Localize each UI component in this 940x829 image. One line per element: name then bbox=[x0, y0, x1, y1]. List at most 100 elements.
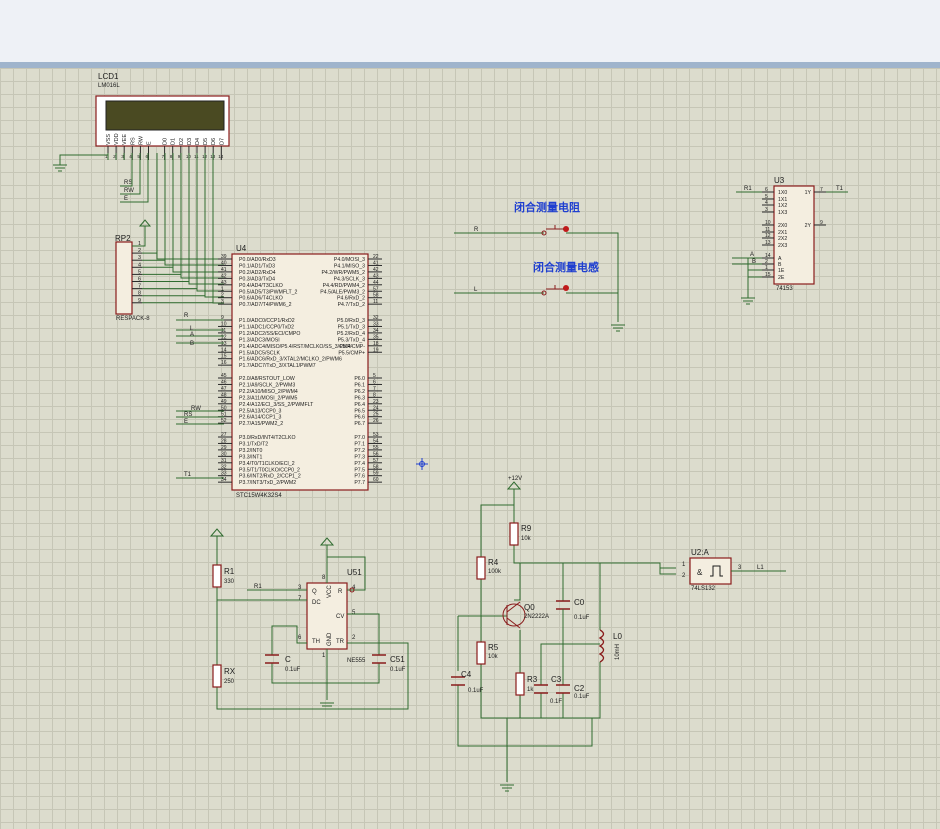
oscillator-section[interactable]: +12V R9 10k R4 100k R5 10k R3 1k Q0 2N22… bbox=[451, 476, 676, 792]
lcd-pin-label: D5 bbox=[203, 138, 209, 145]
mcu-pin-label: P0.7/AD7/T4/PWM6_2 bbox=[239, 302, 292, 308]
switch-resistance[interactable]: 闭合测量电阻 R bbox=[454, 200, 619, 322]
net-r: R bbox=[184, 313, 189, 319]
gate-component[interactable]: U2:A & 74LS132 1 2 3 bbox=[682, 548, 742, 592]
lcd-pin-label: D7 bbox=[219, 138, 225, 145]
timer-component[interactable]: U51 NE555 Q DC R CV TH TR VCC GND 3 7 8 … bbox=[298, 568, 366, 664]
u3-component[interactable]: U3 74153 6 1X05 1X14 1X23 1X310 2X011 2X112 2X2… bbox=[762, 176, 826, 292]
mcu-pin-num: 11 bbox=[373, 299, 378, 305]
u3-pin-num: 15 bbox=[765, 272, 771, 278]
u3-pin-label: 2X3 bbox=[778, 243, 787, 249]
mcu-pin-num: 19 bbox=[373, 347, 379, 353]
mcu-component[interactable]: U4 STC15W4K32S4 39 P0.0/AD0/RxD3 40 P0.1/AD… bbox=[218, 244, 382, 499]
u3-pin-num: 4 bbox=[765, 200, 768, 206]
mcu-pin-num: 22 bbox=[373, 254, 379, 260]
c51-val: 0.1uF bbox=[390, 667, 406, 673]
c4-ref: C4 bbox=[461, 670, 472, 679]
crosshair-cursor-icon bbox=[416, 458, 428, 470]
mcu-pin-label: P4.0/MOSI_3 bbox=[334, 257, 365, 263]
r3-body bbox=[515, 672, 525, 696]
lcd-pin-label: VSS bbox=[106, 134, 112, 145]
timer-pin-th: TH bbox=[312, 639, 320, 645]
timer-num-gnd: 1 bbox=[322, 653, 326, 659]
mcu-pin-label: P3.3/INT1 bbox=[239, 454, 262, 460]
rx-ref: RX bbox=[224, 667, 236, 676]
gate-net-out: L1 bbox=[757, 565, 764, 571]
r5-ref: R5 bbox=[488, 643, 499, 652]
mcu-pin-num: 52 bbox=[221, 418, 227, 424]
gate-out: 3 bbox=[738, 565, 742, 571]
u3-net-b: B bbox=[752, 259, 756, 265]
lcd-component[interactable]: LCD1 LM016L VSS1VDD2VEE3RS4RW5E6D07D18D2… bbox=[95, 72, 230, 160]
mcu-pin-label: P0.6/AD6/T4CLKO bbox=[239, 296, 283, 302]
mcu-pin-label: P2.0/A8/RSTOUT_LOW bbox=[239, 376, 295, 382]
c-ref: C bbox=[285, 655, 291, 664]
r5-val: 10k bbox=[488, 654, 499, 660]
mcu-pin-label: P2.7/A15/PWM2_2 bbox=[239, 421, 283, 427]
mcu-pin-num: 32 bbox=[221, 464, 227, 470]
mcu-pin-label: P0.4/AD4/T3CLKO bbox=[239, 283, 283, 289]
u3-pin-label: 1X0 bbox=[778, 190, 787, 196]
mcu-pin-num: 54 bbox=[373, 438, 379, 444]
mcu-pin-num: 12 bbox=[221, 334, 227, 340]
net-b: B bbox=[190, 341, 194, 347]
lcd-pin-label: RW bbox=[138, 135, 144, 145]
ground-symbol bbox=[53, 164, 67, 172]
rp2-pin-num: 3 bbox=[138, 255, 141, 261]
u3-ctrl-wires bbox=[732, 257, 762, 298]
lcd-pin-label: D1 bbox=[171, 138, 177, 145]
c2-body bbox=[556, 684, 570, 694]
rp2-pin-num: 8 bbox=[138, 291, 141, 297]
mcu-pin-label: P7.5 bbox=[354, 467, 365, 473]
q0-body bbox=[502, 603, 526, 627]
lcd-pin-label: D4 bbox=[195, 138, 201, 145]
u3-net-a: A bbox=[750, 252, 754, 258]
mcu-pin-num: 7 bbox=[373, 386, 376, 392]
mcu-pin-num: 25 bbox=[373, 412, 379, 418]
mcu-pin-label: P5.3/TxD_4 bbox=[338, 337, 366, 343]
gate-ref: U2:A bbox=[691, 548, 709, 557]
mcu-pin-label: P0.0/AD0/RxD3 bbox=[239, 257, 276, 263]
r9-ref: R9 bbox=[521, 524, 532, 533]
mcu-pin-num: 26 bbox=[373, 418, 379, 424]
mcu-ref: U4 bbox=[236, 244, 247, 253]
mcu-pin-num: 57 bbox=[373, 286, 379, 292]
mcu-pin-num: 55 bbox=[373, 445, 379, 451]
r1-ref: R1 bbox=[224, 567, 235, 576]
lcd-vss-wire bbox=[59, 153, 109, 165]
u3-type: 74153 bbox=[776, 286, 793, 292]
timer-num-dc: 7 bbox=[298, 596, 302, 602]
mcu-pin-num: 59 bbox=[373, 471, 379, 477]
c3-val: 0.1F bbox=[550, 699, 562, 705]
mcu-pin-num: 58 bbox=[373, 464, 379, 470]
mcu-pin-label: P3.0/RxD/INT4/T2CLKO bbox=[239, 435, 296, 441]
u3-ref: U3 bbox=[774, 176, 785, 185]
mcu-pin-label: P6.7 bbox=[354, 421, 365, 427]
r4-ref: R4 bbox=[488, 558, 499, 567]
q0-symbol bbox=[506, 601, 521, 629]
c3-ref: C3 bbox=[551, 675, 562, 684]
rp2-pin-num: 7 bbox=[138, 284, 141, 290]
schematic-canvas[interactable]: LCD1 LM016L VSS 1 VDD 2 VEE 3 RS 4 RW 5 E 6 D0 7 D1 8 D2… bbox=[0, 0, 940, 829]
mcu-pin-label: P1.5/ADC5/SCLK bbox=[239, 350, 280, 356]
r4-body bbox=[476, 556, 486, 580]
timer-num-tr: 2 bbox=[352, 635, 356, 641]
r9-body bbox=[509, 522, 519, 546]
u3-pin-num: 13 bbox=[765, 240, 771, 246]
timer-vcc-arrow bbox=[319, 537, 335, 557]
switch-inductance[interactable]: 闭合测量电感 L bbox=[454, 260, 618, 296]
rp2-pin-num: 5 bbox=[138, 269, 141, 275]
mcu-pin-num: 15 bbox=[221, 354, 227, 360]
mcu-pin-num: 2 bbox=[221, 293, 224, 299]
switch1-title: 闭合测量电阻 bbox=[514, 200, 580, 214]
lcd-ctrl-wires bbox=[120, 153, 149, 203]
mcu-pin-num: 46 bbox=[221, 379, 227, 385]
mcu-p1-nets bbox=[176, 319, 224, 344]
mcu-pin-num: 10 bbox=[221, 321, 227, 327]
mcu-pin-num: 31 bbox=[221, 458, 227, 464]
mcu-pin-num: 14 bbox=[221, 347, 227, 353]
mcu-pin-num: 40 bbox=[221, 260, 227, 266]
u3-pin-num: 3 bbox=[765, 207, 768, 213]
mcu-pin-label: P2.1/A9/SCLK_2/PWM3 bbox=[239, 382, 295, 388]
lcd-pin-label: VDD bbox=[114, 133, 120, 145]
